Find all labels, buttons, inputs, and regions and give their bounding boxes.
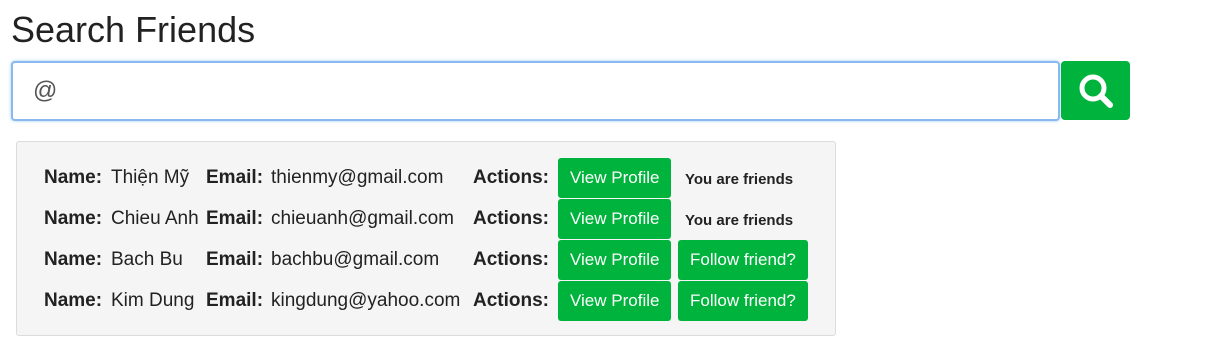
friend-email: chieuanh@gmail.com <box>271 208 454 229</box>
search-icon <box>1079 74 1113 108</box>
name-label: Name: <box>44 167 103 188</box>
actions-label: Actions: <box>473 208 549 229</box>
friend-email: bachbu@gmail.com <box>271 249 440 270</box>
friend-name: Bach Bu <box>111 249 183 270</box>
view-profile-button[interactable]: View Profile <box>558 240 672 280</box>
friend-status: You are friends <box>685 212 794 229</box>
friend-email: kingdung@yahoo.com <box>271 290 461 311</box>
result-row: Name: Thiện Mỹ Email: thienmy@gmail.com … <box>17 158 835 198</box>
email-label: Email: <box>206 208 264 229</box>
result-row: Name: Kim Dung Email: kingdung@yahoo.com… <box>17 281 835 321</box>
result-row: Name: Bach Bu Email: bachbu@gmail.com Ac… <box>17 240 835 280</box>
follow-friend-button[interactable]: Follow friend? <box>678 240 808 280</box>
actions-label: Actions: <box>473 290 549 311</box>
actions-label: Actions: <box>473 167 549 188</box>
friend-status: You are friends <box>685 171 794 188</box>
search-results-panel: Name: Thiện Mỹ Email: thienmy@gmail.com … <box>16 141 836 336</box>
friend-name: Chieu Anh <box>111 208 199 229</box>
friend-email: thienmy@gmail.com <box>271 167 444 188</box>
result-row: Name: Chieu Anh Email: chieuanh@gmail.co… <box>17 199 835 239</box>
page-title: Search Friends <box>11 9 256 50</box>
friend-name: Thiện Mỹ <box>111 167 190 188</box>
view-profile-button[interactable]: View Profile <box>558 281 672 321</box>
follow-friend-button[interactable]: Follow friend? <box>678 281 808 321</box>
view-profile-button[interactable]: View Profile <box>558 158 672 198</box>
view-profile-button[interactable]: View Profile <box>558 199 672 239</box>
actions-label: Actions: <box>473 249 549 270</box>
email-label: Email: <box>206 290 264 311</box>
name-label: Name: <box>44 290 103 311</box>
search-input[interactable] <box>11 61 1060 121</box>
email-label: Email: <box>206 167 264 188</box>
name-label: Name: <box>44 208 103 229</box>
name-label: Name: <box>44 249 103 270</box>
friend-name: Kim Dung <box>111 290 195 311</box>
email-label: Email: <box>206 249 264 270</box>
search-button[interactable] <box>1061 61 1130 120</box>
